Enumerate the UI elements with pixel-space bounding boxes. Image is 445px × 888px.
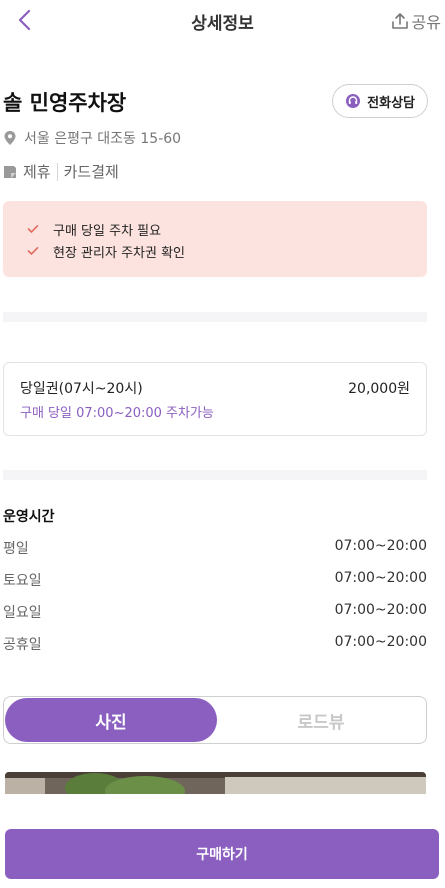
hours-row-weekday: 평일 07:00~20:00	[3, 538, 427, 558]
ticket-price: 20,000원	[348, 381, 410, 397]
check-icon	[27, 247, 39, 255]
notice-text: 현장 관리자 주차권 확인	[53, 245, 185, 261]
call-consult-label: 전화상담	[367, 95, 415, 111]
hours-time: 07:00~20:00	[334, 570, 427, 586]
top-app-bar: 상세정보 공유	[0, 0, 445, 42]
share-label: 공유	[411, 13, 441, 32]
photo-wall-right	[225, 777, 426, 794]
hours-row-sunday: 일요일 07:00~20:00	[3, 602, 427, 622]
notice-text: 구매 당일 주차 필요	[53, 223, 162, 239]
check-icon	[27, 225, 39, 233]
hours-title: 운영시간	[3, 509, 55, 525]
hours-row-saturday: 토요일 07:00~20:00	[3, 570, 427, 590]
place-name: 솔 민영주차장	[3, 91, 127, 115]
share-icon	[391, 13, 408, 29]
hours-day: 평일	[3, 541, 29, 557]
address-text: 서울 은평구 대조동 15-60	[24, 131, 182, 147]
tag-divider	[56, 162, 58, 181]
tags-row: 제휴 카드결제	[3, 161, 119, 182]
tag-partner: 제휴	[23, 163, 51, 181]
hours-time: 07:00~20:00	[334, 602, 427, 618]
hours-day: 공휴일	[3, 637, 42, 653]
place-title-row: 솔 민영주차장 전화상담	[3, 84, 428, 120]
media-tab-switch: 사진 로드뷰	[3, 696, 427, 744]
notice-item: 구매 당일 주차 필요	[27, 218, 427, 240]
tab-roadview[interactable]: 로드뷰	[217, 698, 425, 742]
share-button[interactable]: 공유	[391, 9, 441, 33]
ticket-name: 당일권(07시~20시)	[20, 381, 143, 397]
hours-row-holiday: 공휴일 07:00~20:00	[3, 634, 427, 654]
call-consult-button[interactable]: 전화상담	[332, 84, 428, 118]
hours-day: 토요일	[3, 573, 42, 589]
page-title: 상세정보	[191, 14, 254, 34]
hours-time: 07:00~20:00	[334, 634, 427, 650]
notice-box: 구매 당일 주차 필요 현장 관리자 주차권 확인	[3, 201, 427, 277]
address-row: 서울 은평구 대조동 15-60	[3, 128, 181, 148]
buy-button[interactable]: 구매하기	[5, 829, 439, 879]
headset-icon	[346, 94, 361, 108]
section-divider	[3, 470, 427, 480]
section-divider	[3, 312, 427, 322]
notice-item: 현장 관리자 주차권 확인	[27, 240, 427, 262]
parking-photo[interactable]	[5, 772, 426, 794]
tag-card-payment: 카드결제	[63, 163, 119, 181]
location-pin-icon	[4, 131, 16, 145]
ticket-card[interactable]: 당일권(07시~20시) 20,000원 구매 당일 07:00~20:00 주…	[3, 362, 427, 436]
tag-icon	[4, 165, 16, 178]
ticket-description: 구매 당일 07:00~20:00 주차가능	[20, 406, 214, 421]
photo-wall-left	[5, 778, 45, 794]
tab-photo[interactable]: 사진	[5, 698, 217, 742]
hours-time: 07:00~20:00	[334, 538, 427, 554]
hours-day: 일요일	[3, 605, 42, 621]
